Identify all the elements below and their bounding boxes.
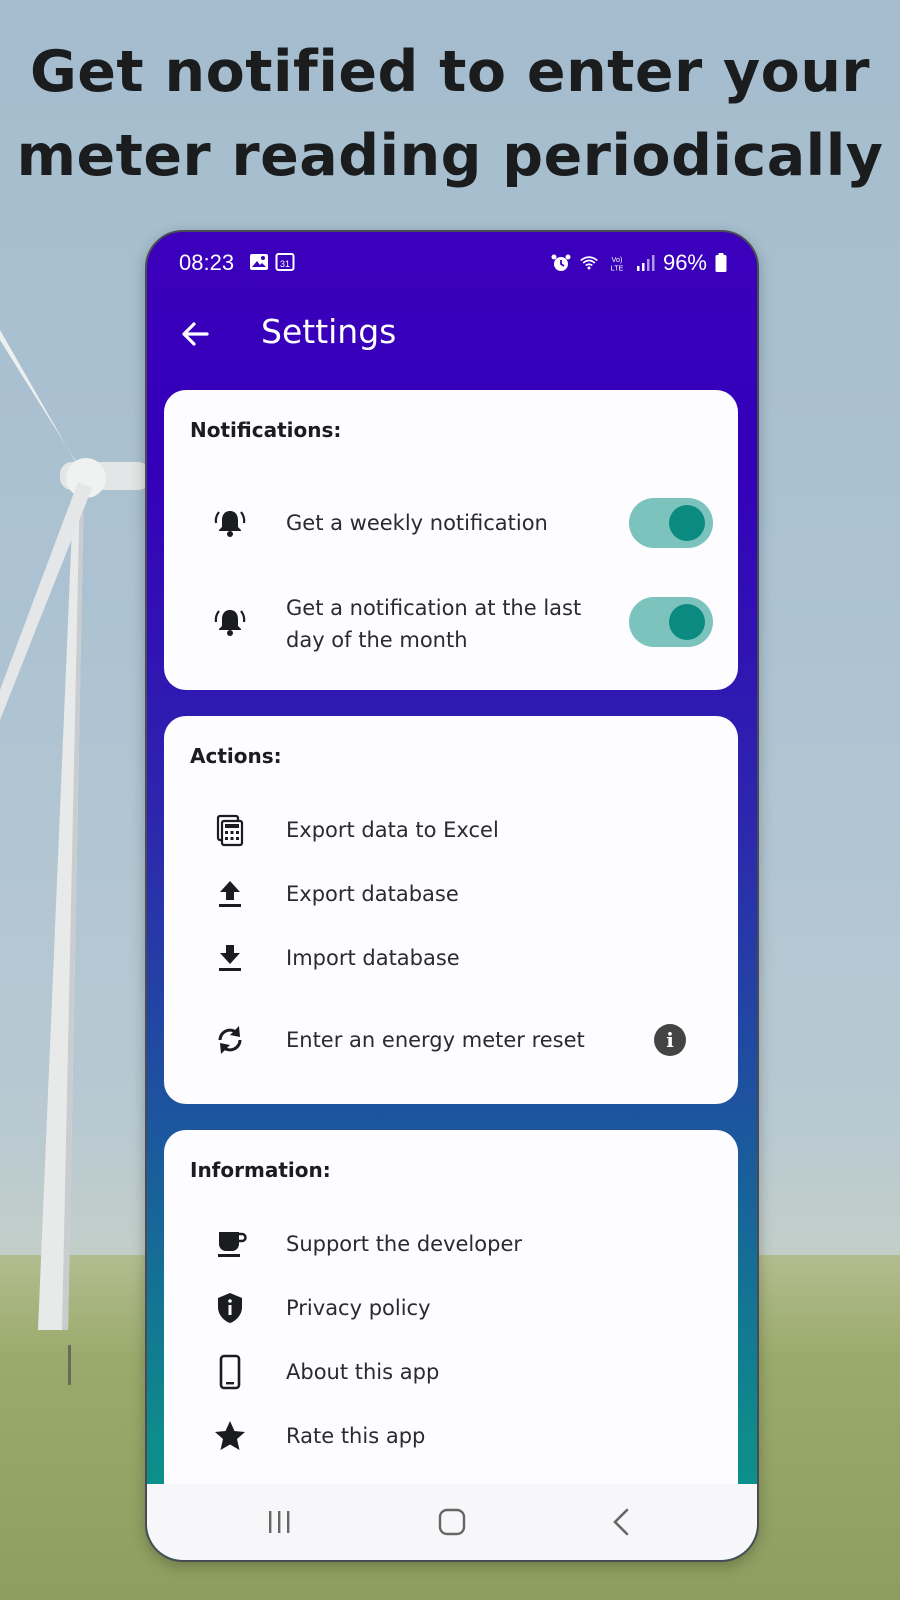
monthly-notification-label: Get a notification at the last day of th… <box>286 592 581 656</box>
actions-title: Actions: <box>190 744 282 768</box>
wind-turbine-image <box>0 330 150 1385</box>
support-developer-label: Support the developer <box>286 1232 522 1256</box>
export-excel-row[interactable]: Export data to Excel <box>164 808 738 852</box>
coffee-icon <box>218 1232 247 1257</box>
switch-knob <box>669 604 705 640</box>
monthly-notification-label-line-2: day of the month <box>286 628 468 652</box>
bell-ring-icon <box>214 610 246 636</box>
notifications-card: Notifications: Get a weekly notification <box>164 390 738 690</box>
image-icon <box>250 254 268 270</box>
weekly-notification-row: Get a weekly notification <box>164 495 738 551</box>
battery-percent: 96% <box>662 250 707 275</box>
weekly-notification-switch[interactable] <box>629 498 713 548</box>
shield-icon <box>218 1293 242 1323</box>
home-icon[interactable] <box>434 1506 470 1538</box>
weekly-notification-label: Get a weekly notification <box>286 511 548 535</box>
star-icon <box>215 1421 245 1450</box>
monthly-notification-label-line-1: Get a notification at the last <box>286 596 582 620</box>
headline-line-1: Get notified to enter your <box>29 39 871 105</box>
status-bar: 08:23 31 Vo) LTE 96% <box>147 232 757 292</box>
status-time: 08:23 <box>179 250 235 275</box>
headline-line-2: meter reading periodically <box>16 123 884 189</box>
arrow-back-icon[interactable] <box>175 314 215 354</box>
upload-icon <box>219 881 241 907</box>
svg-text:LTE: LTE <box>611 263 624 272</box>
about-app-label: About this app <box>286 1360 440 1384</box>
privacy-policy-label: Privacy policy <box>286 1296 431 1320</box>
back-icon[interactable] <box>605 1506 641 1538</box>
promo-headline: Get notified to enter your meter reading… <box>0 30 900 198</box>
volte-icon: Vo) LTE <box>611 255 624 272</box>
export-database-row[interactable]: Export database <box>164 872 738 916</box>
app-bar: Settings <box>147 294 757 374</box>
alarm-icon <box>551 254 571 271</box>
system-nav-bar <box>147 1484 757 1560</box>
calculator-icon <box>216 814 244 847</box>
svg-text:31: 31 <box>280 259 290 269</box>
privacy-policy-row[interactable]: Privacy policy <box>164 1286 738 1330</box>
recents-icon[interactable] <box>261 1506 297 1538</box>
export-database-label: Export database <box>286 882 459 906</box>
battery-icon <box>715 253 727 272</box>
import-database-label: Import database <box>286 946 460 970</box>
monthly-notification-switch[interactable] <box>629 597 713 647</box>
wifi-icon <box>580 256 598 270</box>
actions-card: Actions: Export data to Excel Export dat… <box>164 716 738 1104</box>
rate-app-label: Rate this app <box>286 1424 426 1448</box>
energy-meter-reset-label: Enter an energy meter reset <box>286 1028 585 1052</box>
phone-screen: 08:23 31 Vo) LTE 96% Settings Notificati… <box>145 230 759 1562</box>
switch-knob <box>669 505 705 541</box>
rate-app-row[interactable]: Rate this app <box>164 1414 738 1458</box>
calendar-icon: 31 <box>275 253 295 271</box>
phone-icon <box>219 1354 241 1390</box>
energy-meter-reset-row[interactable]: Enter an energy meter reset i <box>164 1016 738 1064</box>
monthly-notification-row: Get a notification at the last day of th… <box>164 590 738 660</box>
refresh-icon <box>218 1026 242 1054</box>
download-icon <box>219 945 241 971</box>
info-icon[interactable]: i <box>654 1024 686 1056</box>
about-app-row[interactable]: About this app <box>164 1350 738 1394</box>
bell-ring-icon <box>214 511 246 537</box>
information-title: Information: <box>190 1158 331 1182</box>
page-title: Settings <box>261 312 397 351</box>
signal-icon <box>636 255 655 271</box>
notifications-title: Notifications: <box>190 418 342 442</box>
import-database-row[interactable]: Import database <box>164 936 738 980</box>
export-excel-label: Export data to Excel <box>286 818 499 842</box>
support-developer-row[interactable]: Support the developer <box>164 1222 738 1266</box>
